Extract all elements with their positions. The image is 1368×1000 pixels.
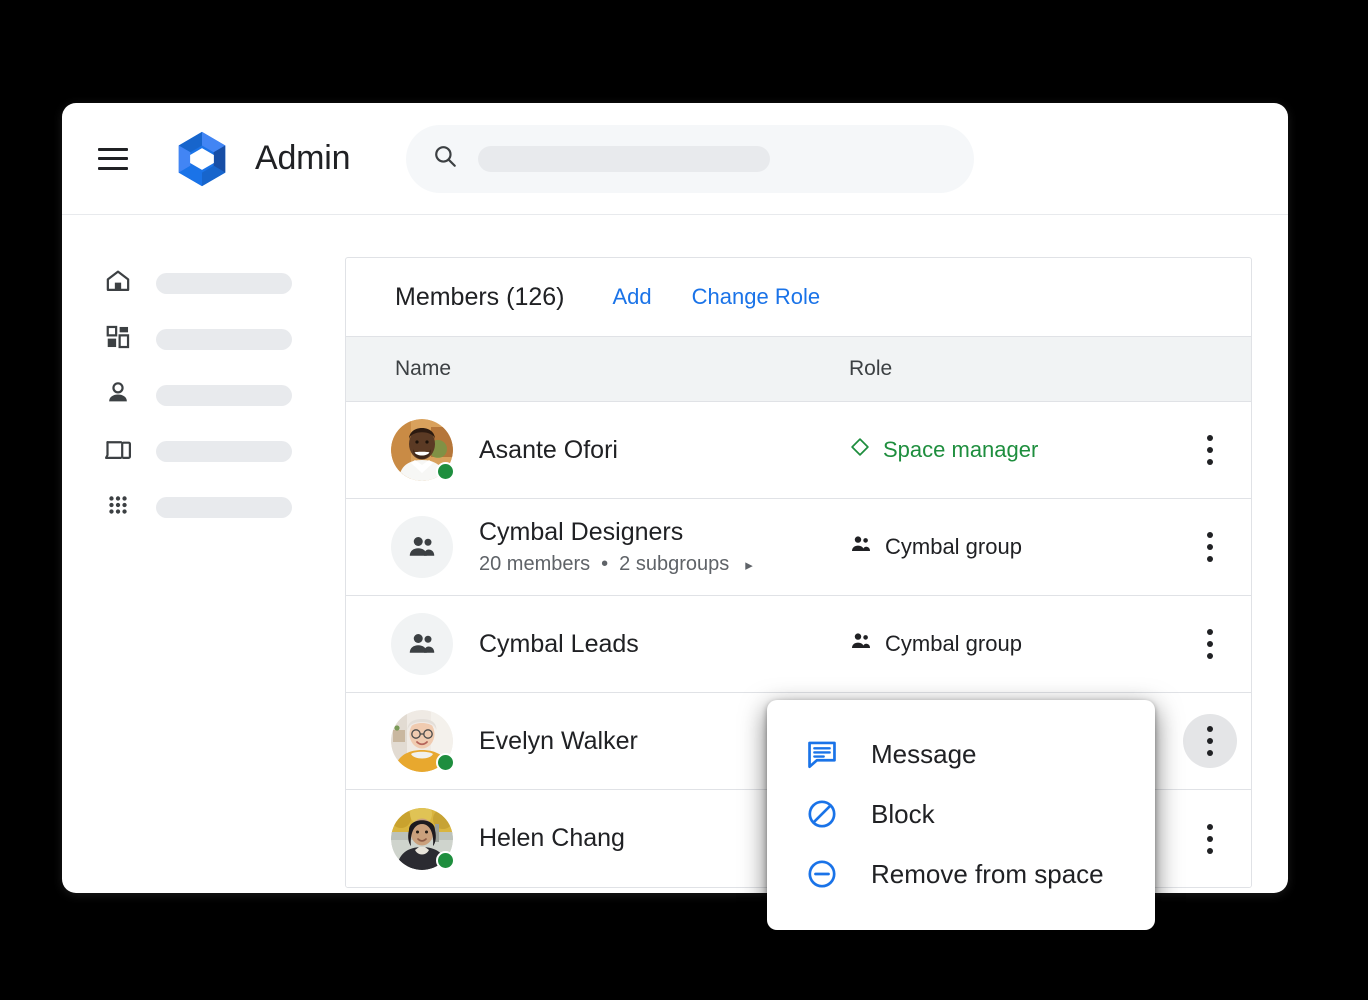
- menu-item-block[interactable]: Block: [767, 784, 1155, 844]
- status-badge: Space manager: [849, 436, 1038, 464]
- remove-circle-icon: [805, 857, 839, 891]
- person-icon: [104, 379, 132, 412]
- presence-indicator-online: [436, 462, 455, 481]
- name-block: Cymbal Leads: [479, 630, 639, 659]
- avatar: [391, 613, 453, 675]
- column-header-role: Role: [849, 357, 893, 380]
- member-name: Evelyn Walker: [479, 726, 638, 755]
- row-role-cell: Cymbal group: [849, 532, 1169, 562]
- role-label: Cymbal group: [885, 631, 1022, 656]
- member-name: Cymbal Leads: [479, 629, 639, 658]
- group-avatar-icon: [391, 516, 453, 578]
- row-context-menu: Message Block Remove from space: [767, 700, 1155, 930]
- group-subtitle: 20 members • 2 subgroups ▸: [479, 553, 753, 576]
- avatar: [391, 419, 455, 481]
- row-name-cell: Asante Ofori: [346, 419, 849, 481]
- menu-item-label: Block: [871, 798, 935, 829]
- dashboard-icon: [104, 323, 132, 356]
- sidebar-label-placeholder: [156, 440, 292, 462]
- name-block: Cymbal Designers 20 members • 2 subgroup…: [479, 518, 753, 577]
- page-root: Admin Members (126) Add Change Role Name…: [0, 0, 1368, 1000]
- menu-item-remove-from-space[interactable]: Remove from space: [767, 844, 1155, 904]
- row-overflow-menu-button[interactable]: [1183, 520, 1237, 574]
- sidebar: [62, 215, 345, 893]
- status-badge: Cymbal group: [849, 532, 1022, 562]
- message-icon: [805, 737, 839, 771]
- row-overflow-menu-button[interactable]: [1183, 423, 1237, 477]
- column-header-name: Name: [395, 357, 452, 380]
- sidebar-item-users[interactable]: [62, 367, 345, 423]
- row-actions-cell: [1169, 423, 1251, 477]
- sidebar-label-placeholder: [156, 496, 292, 518]
- page-title: Members (126): [395, 282, 565, 311]
- row-overflow-menu-button-active[interactable]: [1183, 714, 1237, 768]
- row-role-cell: Cymbal group: [849, 629, 1169, 659]
- brand: Admin: [171, 128, 351, 190]
- group-subgroup-count: 2 subgroups: [619, 553, 730, 576]
- menu-item-message[interactable]: Message: [767, 724, 1155, 784]
- table-row[interactable]: Asante Ofori Space manager: [346, 402, 1251, 499]
- presence-indicator-online: [436, 850, 455, 870]
- diamond-icon: [849, 436, 883, 464]
- sidebar-label-placeholder: [156, 328, 292, 350]
- change-role-link[interactable]: Change Role: [692, 284, 820, 310]
- members-table-header: Members (126) Add Change Role: [346, 258, 1251, 337]
- avatar: [391, 710, 455, 772]
- sidebar-item-devices[interactable]: [62, 423, 345, 479]
- role-label: Cymbal group: [885, 534, 1022, 559]
- table-column-headers: Name Role: [346, 337, 1251, 402]
- table-row[interactable]: Cymbal Designers 20 members • 2 subgroup…: [346, 499, 1251, 596]
- top-app-bar: Admin: [62, 103, 1288, 215]
- row-actions-cell: [1169, 520, 1251, 574]
- table-row[interactable]: Cymbal Leads Cymbal group: [346, 596, 1251, 693]
- name-block: Evelyn Walker: [479, 727, 638, 756]
- search-input[interactable]: [478, 145, 771, 172]
- devices-icon: [104, 435, 132, 468]
- row-role-cell: Space manager: [849, 436, 1169, 464]
- home-icon: [104, 267, 132, 300]
- menu-item-label: Message: [871, 738, 977, 769]
- avatar: [391, 516, 453, 578]
- sidebar-label-placeholder: [156, 384, 292, 406]
- row-name-cell: Cymbal Leads: [346, 613, 849, 675]
- chevron-right-icon[interactable]: ▸: [745, 556, 753, 574]
- group-member-count: 20 members: [479, 553, 591, 576]
- row-actions-cell: [1169, 617, 1251, 671]
- member-name: Helen Chang: [479, 824, 625, 853]
- block-icon: [805, 797, 839, 831]
- group-avatar-icon: [391, 613, 453, 675]
- search-icon: [432, 143, 458, 174]
- member-name: Asante Ofori: [479, 435, 618, 464]
- row-overflow-menu-button[interactable]: [1183, 812, 1237, 866]
- menu-item-label: Remove from space: [871, 858, 1104, 889]
- search-bar[interactable]: [406, 124, 975, 193]
- sidebar-item-home[interactable]: [62, 255, 345, 311]
- name-block: Asante Ofori: [479, 436, 618, 465]
- row-actions-cell: [1169, 812, 1251, 866]
- role-label: Space manager: [883, 437, 1039, 462]
- row-name-cell: Cymbal Designers 20 members • 2 subgroup…: [346, 516, 849, 578]
- sidebar-label-placeholder: [156, 272, 292, 294]
- avatar: [391, 807, 455, 870]
- name-block: Helen Chang: [479, 824, 625, 853]
- add-members-link[interactable]: Add: [613, 284, 652, 310]
- people-icon: [849, 629, 885, 659]
- row-actions-cell: [1169, 714, 1251, 768]
- google-admin-logo-icon: [171, 128, 233, 190]
- presence-indicator-online: [436, 753, 455, 772]
- apps-grid-icon: [104, 491, 132, 524]
- hamburger-menu-icon[interactable]: [98, 147, 128, 170]
- row-overflow-menu-button[interactable]: [1183, 617, 1237, 671]
- people-icon: [849, 532, 885, 562]
- sidebar-item-dashboard[interactable]: [62, 311, 345, 367]
- separator-dot: •: [601, 553, 609, 576]
- member-name: Cymbal Designers: [479, 517, 684, 546]
- sidebar-item-apps[interactable]: [62, 479, 345, 535]
- app-title: Admin: [255, 139, 351, 177]
- status-badge: Cymbal group: [849, 629, 1022, 659]
